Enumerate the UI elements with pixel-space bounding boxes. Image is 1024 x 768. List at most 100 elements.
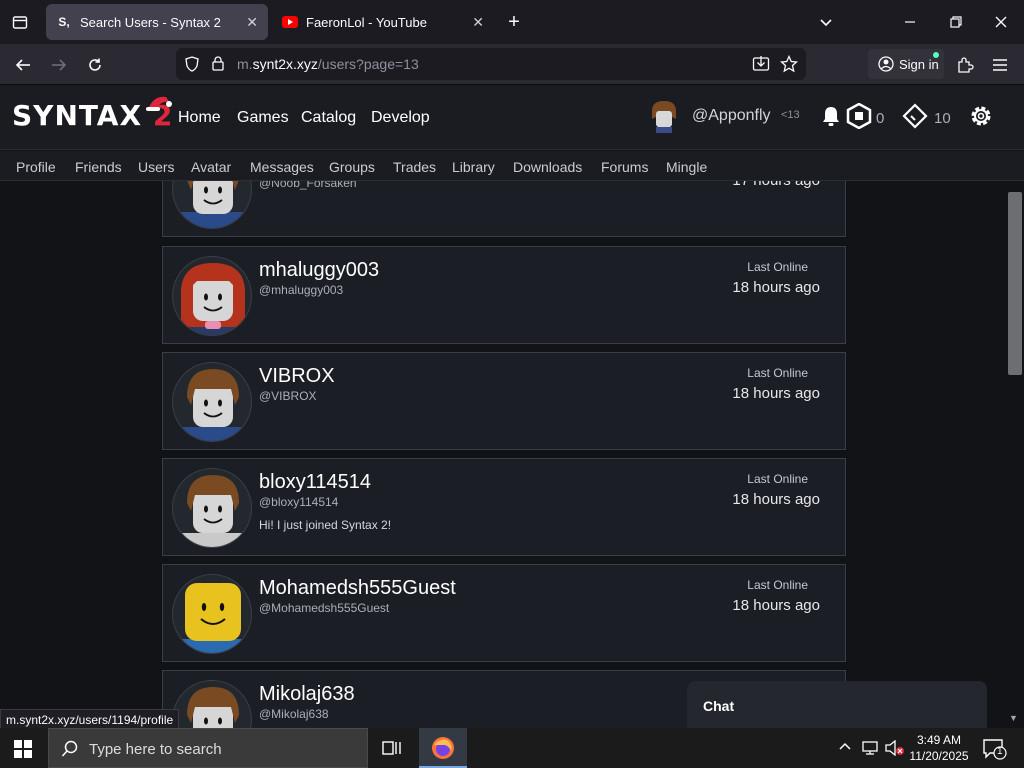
volume-muted-icon[interactable]: [885, 739, 905, 761]
robux-icon[interactable]: [846, 103, 872, 129]
user-card[interactable]: Mohamedsh555Guest @Mohamedsh555Guest Las…: [162, 564, 846, 662]
user-display-name[interactable]: Mohamedsh555Guest: [259, 577, 456, 600]
user-handle: @mhaluggy003: [259, 283, 344, 297]
new-tab-icon[interactable]: +: [500, 8, 528, 36]
scroll-down-arrow-icon[interactable]: ▼: [1009, 713, 1018, 723]
network-icon[interactable]: [862, 740, 880, 761]
extensions-icon[interactable]: [950, 50, 980, 80]
menu-icon[interactable]: [985, 50, 1015, 80]
page-scrollbar[interactable]: ▼: [1006, 181, 1024, 728]
nav-develop[interactable]: Develop: [371, 109, 430, 127]
windows-start-icon[interactable]: [14, 740, 32, 763]
windows-taskbar: Type here to search 3:49 AM 11/20/2025 1: [0, 728, 1024, 768]
user-avatar[interactable]: [648, 99, 680, 133]
syntax-favicon-icon: S,: [58, 15, 70, 29]
notification-count: 1: [997, 746, 1003, 757]
browser-toolbar: m.synt2x.xyz/users?page=13 Sign in: [0, 44, 1024, 85]
user-handle: @Mohamedsh555Guest: [259, 601, 390, 615]
age-badge: <13: [781, 109, 800, 121]
clock-time: 3:49 AM: [916, 733, 962, 747]
install-app-icon[interactable]: [752, 55, 770, 78]
subnav-downloads[interactable]: Downloads: [513, 159, 582, 175]
scrollbar-thumb[interactable]: [1008, 192, 1022, 375]
sign-in-button[interactable]: Sign in: [868, 49, 944, 79]
url-text[interactable]: m.synt2x.xyz/users?page=13: [237, 56, 419, 72]
subnav-library[interactable]: Library: [452, 159, 495, 175]
site-header: SYNTAX 2 Home Games Catalog Develop @App…: [0, 85, 1024, 150]
subnav-groups[interactable]: Groups: [329, 159, 375, 175]
tab-title: FaeronLol - YouTube: [306, 14, 427, 30]
close-tab-icon[interactable]: ✕: [246, 14, 258, 31]
user-bio: Hi! I just joined Syntax 2!: [259, 518, 392, 532]
subnav-trades[interactable]: Trades: [393, 159, 436, 175]
user-card[interactable]: @Noob_Forsaken 17 hours ago: [162, 181, 846, 237]
notification-center-icon[interactable]: 1: [982, 738, 1008, 765]
nav-catalog[interactable]: Catalog: [301, 109, 356, 127]
header-username[interactable]: @Apponfly: [692, 107, 771, 125]
chevron-up-icon[interactable]: [838, 740, 852, 757]
shield-icon[interactable]: [185, 56, 199, 77]
browser-tab-strip: S, Search Users - Syntax 2 ✕ FaeronLol -…: [0, 0, 1024, 44]
subnav-users[interactable]: Users: [138, 159, 175, 175]
nav-home[interactable]: Home: [178, 109, 221, 127]
tab-youtube[interactable]: FaeronLol - YouTube ✕: [272, 4, 494, 40]
reload-icon[interactable]: [80, 50, 110, 80]
robux-count: 0: [876, 110, 885, 127]
list-all-tabs-icon[interactable]: [6, 8, 34, 36]
subnav-mingle[interactable]: Mingle: [666, 159, 707, 175]
forward-icon[interactable]: [44, 50, 74, 80]
ticket-icon[interactable]: [902, 103, 928, 129]
taskbar-firefox-button[interactable]: [419, 728, 467, 768]
user-handle: @Noob_Forsaken: [259, 181, 357, 190]
last-online-label: Last Online: [747, 472, 808, 486]
task-view-icon[interactable]: [382, 739, 402, 762]
last-online-time: 17 hours ago: [732, 181, 820, 189]
link-status-url: m.synt2x.xyz/users/1194/profile: [0, 709, 180, 729]
close-window-icon[interactable]: [987, 8, 1015, 36]
close-tab-icon[interactable]: ✕: [472, 14, 484, 31]
subnav-avatar[interactable]: Avatar: [191, 159, 231, 175]
user-avatar[interactable]: [172, 256, 252, 336]
taskbar-clock[interactable]: 3:49 AM 11/20/2025: [908, 732, 970, 764]
bell-icon[interactable]: [818, 103, 844, 129]
chat-label: Chat: [703, 698, 735, 714]
gear-icon[interactable]: [968, 103, 994, 129]
subnav-forums[interactable]: Forums: [601, 159, 648, 175]
notification-dot: [933, 52, 939, 58]
user-card[interactable]: mhaluggy003 @mhaluggy003 Last Online 18 …: [162, 246, 846, 344]
user-avatar[interactable]: [172, 680, 252, 728]
user-list: @Noob_Forsaken 17 hours ago mhaluggy003 …: [0, 181, 1006, 728]
address-bar[interactable]: m.synt2x.xyz/users?page=13: [176, 48, 806, 80]
sub-navigation: Profile Friends Users Avatar Messages Gr…: [0, 151, 1024, 181]
minimize-icon[interactable]: [896, 8, 924, 36]
user-avatar[interactable]: [172, 468, 252, 548]
taskbar-search-placeholder: Type here to search: [89, 741, 222, 758]
user-avatar[interactable]: [172, 181, 252, 229]
user-avatar[interactable]: [172, 362, 252, 442]
clock-date: 11/20/2025: [909, 749, 969, 763]
nav-games[interactable]: Games: [237, 109, 289, 127]
chat-widget[interactable]: Chat: [687, 681, 987, 729]
chevron-down-icon[interactable]: [812, 8, 840, 36]
back-icon[interactable]: [8, 50, 38, 80]
last-online-time: 18 hours ago: [732, 279, 820, 296]
user-card[interactable]: VIBROX @VIBROX Last Online 18 hours ago: [162, 352, 846, 450]
user-card[interactable]: bloxy114514 @bloxy114514 Hi! I just join…: [162, 458, 846, 556]
user-display-name[interactable]: mhaluggy003: [259, 259, 379, 282]
user-display-name[interactable]: VIBROX: [259, 365, 335, 388]
sign-in-label: Sign in: [899, 56, 939, 72]
subnav-friends[interactable]: Friends: [75, 159, 122, 175]
last-online-time: 18 hours ago: [732, 385, 820, 402]
santa-hat-icon: [146, 96, 172, 111]
bookmark-star-icon[interactable]: [779, 54, 799, 78]
user-display-name[interactable]: bloxy114514: [259, 471, 371, 494]
user-avatar[interactable]: [172, 574, 252, 654]
tab-search-users[interactable]: S, Search Users - Syntax 2 ✕: [46, 4, 268, 40]
subnav-messages[interactable]: Messages: [250, 159, 314, 175]
user-handle: @VIBROX: [259, 389, 317, 403]
user-display-name[interactable]: Mikolaj638: [259, 683, 355, 706]
lock-icon[interactable]: [211, 55, 225, 76]
taskbar-search-box[interactable]: Type here to search: [48, 728, 368, 768]
subnav-profile[interactable]: Profile: [16, 159, 56, 175]
restore-icon[interactable]: [942, 8, 970, 36]
